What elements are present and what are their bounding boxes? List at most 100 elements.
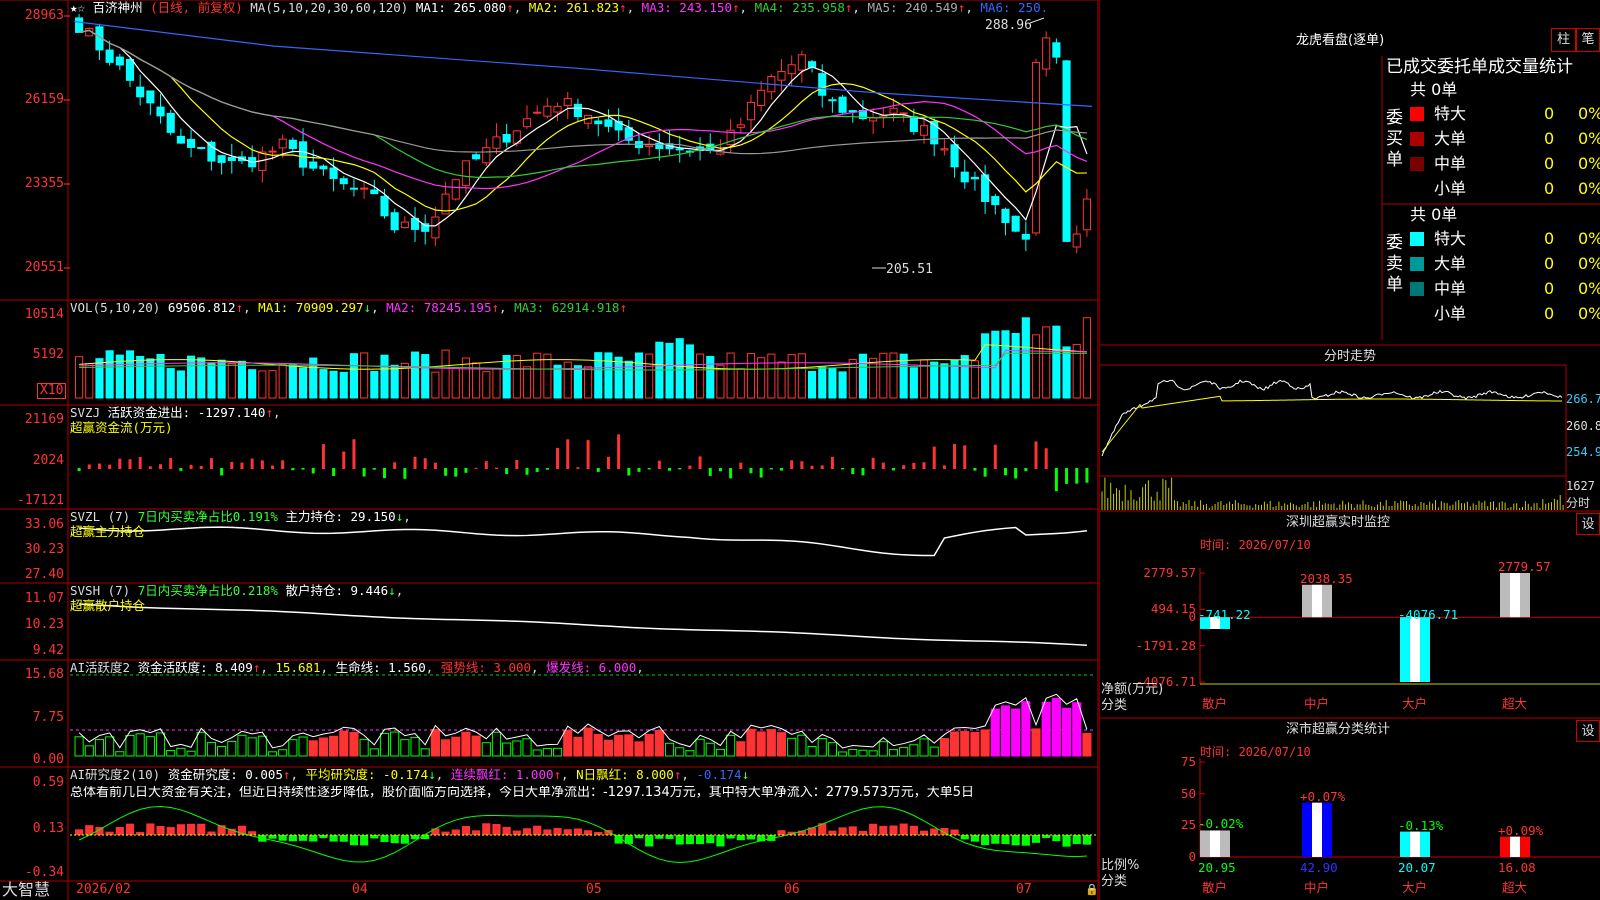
row-pct: 0%: [1578, 304, 1600, 323]
ai-activity-bar: [787, 737, 797, 757]
svzj-bar: [505, 468, 509, 474]
sz-class-settings-button[interactable]: 设: [1576, 720, 1600, 742]
volume-bar: [482, 371, 491, 399]
svzj-bar: [148, 466, 152, 469]
volume-bar: [298, 367, 308, 399]
ai-activity-bar: [481, 742, 491, 757]
ai-research-bar: [960, 835, 969, 840]
candle-body: [1001, 208, 1010, 223]
brand-logo[interactable]: 大智慧: [2, 880, 50, 900]
svzj-bar: [271, 465, 275, 469]
ai-research-bar: [858, 830, 868, 835]
ai-activity-bar: [105, 736, 115, 757]
volume-bar: [1052, 325, 1061, 399]
class-change-label: -0.13%: [1398, 817, 1444, 833]
ai-activity-bar: [288, 739, 298, 757]
vol-unit-badge[interactable]: X10: [37, 383, 67, 399]
ai-activity-bar: [267, 751, 278, 757]
volume-bar: [726, 352, 735, 399]
candle-body: [960, 171, 969, 183]
row-name: 小单: [1434, 179, 1467, 198]
svzj-bar: [393, 462, 397, 469]
svzj-bar: [627, 468, 631, 476]
candle-body: [522, 118, 532, 128]
candle-body: [461, 160, 470, 186]
candle-body: [1052, 42, 1061, 58]
volume-bar: [390, 364, 399, 399]
svzj-header: SVZJ 活跃资金进出: -1297.140↑,: [70, 405, 281, 420]
volume-bar: [696, 353, 705, 399]
class-category: 超大: [1502, 880, 1528, 895]
ai-research-bar: [197, 823, 206, 835]
monitor-bar-label: 2779.57: [1498, 559, 1551, 574]
svzj-bar: [535, 468, 539, 472]
sz-class-title: 深市超赢分类统计: [1285, 722, 1390, 737]
stock-period[interactable]: (日线, 前复权): [150, 0, 243, 15]
candle-body: [807, 61, 817, 68]
volume-bar: [492, 368, 501, 399]
volume-bar: [339, 371, 348, 399]
ai-research-bar: [156, 825, 165, 835]
row-count: 0: [1544, 154, 1555, 173]
main-y-tick: 23355: [24, 176, 64, 191]
candle-body: [797, 54, 806, 71]
ai-research-bar: [665, 835, 674, 839]
ai-activity-bar: [685, 750, 695, 757]
ai-research-bar: [970, 835, 980, 842]
longhu-title: 龙虎看盘(逐单): [1296, 33, 1385, 48]
ai-activity-bar: [155, 732, 166, 757]
svzj-bar: [993, 444, 997, 469]
volume-bar: [614, 356, 623, 399]
volume-bar: [634, 352, 644, 399]
bar-mode-button[interactable]: 柱: [1551, 28, 1576, 52]
row-pct: 0%: [1578, 254, 1600, 273]
svzj-bar: [403, 468, 407, 479]
ai-activity-bar: [359, 738, 369, 757]
svzj-bar: [179, 468, 183, 471]
volume-bar: [1082, 317, 1091, 399]
intraday-chart: [1101, 379, 1564, 510]
ai-activity-bar: [461, 731, 471, 757]
row-name: 中单: [1434, 154, 1467, 173]
svzj-bar: [1065, 468, 1069, 484]
ai-activity-bar: [1082, 732, 1092, 757]
ma-value: MA1: 265.080: [415, 0, 507, 15]
chart-canvas[interactable]: [0, 0, 1600, 900]
favorite-star-icon[interactable]: ★: [70, 0, 78, 15]
row-pct: 0%: [1578, 279, 1600, 298]
candle-body: [787, 64, 796, 75]
svzj-bar: [311, 468, 315, 474]
ai-activity-bar: [308, 740, 318, 757]
ai-research-bar: [573, 828, 582, 835]
stat-title: 已成交委托单成交量统计: [1386, 57, 1573, 77]
ai-activity-bar: [1072, 702, 1082, 757]
svzj-bar: [871, 457, 875, 469]
ai-research-bar: [522, 828, 532, 835]
ai-activity-bar: [848, 749, 858, 757]
svsh-y-tick: 9.42: [32, 643, 64, 658]
candle-body: [298, 141, 308, 168]
ai-activity-bar: [583, 727, 593, 757]
volume-bar: [1021, 317, 1030, 399]
volume-bar: [349, 353, 359, 399]
svzj-bar: [138, 457, 142, 469]
candle-body: [197, 146, 206, 149]
low-marker: 205.51: [886, 262, 933, 277]
svzj-bar: [220, 468, 224, 476]
svzj-bar: [209, 458, 213, 469]
ma-sep: ,: [852, 0, 868, 15]
svzj-bar: [749, 468, 753, 474]
pen-mode-button[interactable]: 笔: [1576, 28, 1600, 52]
row-color-swatch: [1410, 282, 1424, 296]
lock-icon[interactable]: 🔒: [1085, 882, 1099, 898]
ai-activity-bar: [797, 734, 807, 757]
ai-act-y-tick: 15.68: [24, 667, 64, 682]
volume-bar: [197, 357, 206, 399]
candle-body: [136, 86, 145, 98]
svzj-bar: [902, 465, 906, 469]
row-color-swatch: [1410, 257, 1424, 271]
svzl-header: SVZL (7) 7日内买卖净占比0.191% 主力持仓: 29.150↓,: [70, 509, 411, 524]
sz-monitor-settings-button[interactable]: 设: [1576, 513, 1600, 535]
ai-research-bar: [1072, 835, 1081, 844]
volume-bar: [268, 370, 277, 399]
